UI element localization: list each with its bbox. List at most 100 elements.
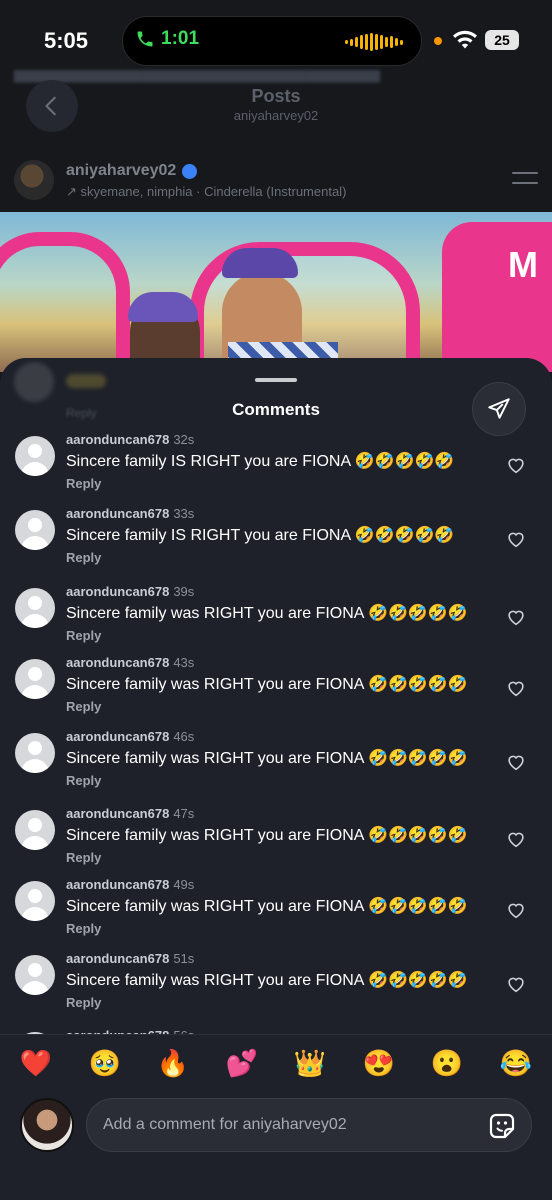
image-hat-left [128,292,198,322]
comment-meta[interactable]: aaronduncan678 46s [66,729,194,744]
menu-icon[interactable] [512,172,538,188]
reply-button[interactable]: Reply [66,628,101,643]
avatar[interactable] [15,733,55,773]
heart-icon[interactable] [505,973,527,995]
comment-time: 43s [173,655,195,670]
comment-composer [0,1090,552,1200]
reply-button[interactable]: Reply [66,995,101,1010]
comment-meta[interactable]: aaronduncan678 32s [66,432,194,447]
avatar[interactable] [15,588,55,628]
image-sign: M [508,244,538,285]
blurred-text [66,374,106,388]
emoji-laughing-button[interactable]: 😂 [499,1049,533,1077]
comment-time: 32s [173,432,195,447]
status-time: 5:05 [44,28,89,53]
reply-button[interactable]: Reply [66,476,101,491]
comment-item: aaronduncan678 46s Sincere family was RIG… [0,727,552,797]
avatar[interactable] [15,881,55,921]
comment-time: 47s [173,806,195,821]
comment-time: 33s [173,506,195,521]
comment-item: aaronduncan678 49s Sincere family was RIG… [0,875,552,945]
comment-text: Sincere family IS RIGHT you are FIONA 🤣🤣… [66,453,455,470]
call-timer: 1:01 [161,28,200,49]
post-image[interactable]: M [0,212,552,372]
verified-badge-icon [182,163,198,179]
call-indicator: 1:01 [135,28,199,50]
comment-field[interactable] [86,1098,532,1152]
comment-time: 39s [173,584,195,599]
heart-icon[interactable] [505,606,527,628]
current-user-avatar [20,1098,74,1152]
reply-button[interactable]: Reply [66,773,101,788]
heart-icon[interactable] [505,454,527,476]
post-audio-label: skyemane, nimphia · Cinderella (Instrume… [80,184,347,199]
page-subtitle: aniyaharvey02 [233,108,319,123]
dynamic-island[interactable]: 1:01 [122,16,422,66]
image-hat-right [222,248,298,278]
phone-icon [137,31,153,47]
comment-meta[interactable]: aaronduncan678 39s [66,584,194,599]
comment-text: Sincere family was RIGHT you are FIONA 🤣… [66,898,468,915]
reply-button[interactable]: Reply [66,699,101,714]
avatar[interactable] [15,955,55,995]
avatar[interactable] [15,659,55,699]
emoji-surprised-button[interactable]: 😮 [430,1049,464,1077]
sticker-icon[interactable] [487,1111,517,1141]
recording-dot-icon [434,37,442,45]
emoji-crown-button[interactable]: 👑 [293,1049,327,1077]
post-audio[interactable]: ↗ skyemane, nimphia · Cinderella (Instru… [66,184,346,200]
comment-meta[interactable]: aaronduncan678 33s [66,506,194,521]
comment-item: aaronduncan678 32s Sincere family IS RIGH… [0,430,552,500]
comment-time: 51s [173,951,195,966]
post-header: aniyaharvey02 ↗ skyemane, nimphia · Cind… [0,150,552,212]
comment-meta[interactable]: aaronduncan678 49s [66,877,194,892]
share-button[interactable] [472,382,526,436]
heart-icon[interactable] [505,751,527,773]
post-author-name: aniyaharvey02 [66,162,177,179]
comment-meta[interactable]: aaronduncan678 43s [66,655,194,670]
heart-icon[interactable] [505,677,527,699]
emoji-two-hearts-button[interactable]: 💕 [225,1049,259,1077]
comments-list[interactable]: aaronduncan678 32s Sincere family IS RIGH… [0,430,552,1034]
comment-item: aaronduncan678 39s Sincere family was RIG… [0,582,552,652]
blurred-avatar [14,362,54,402]
comment-item: aaronduncan678 43s Sincere family was RIG… [0,653,552,723]
audio-waveform-icon [345,33,403,51]
comment-text: Sincere family was RIGHT you are FIONA 🤣… [66,750,468,767]
emoji-heart-eyes-button[interactable]: 😍 [362,1049,396,1077]
post-author[interactable]: aniyaharvey02 [66,162,198,180]
comment-input[interactable] [103,1099,473,1151]
wifi-icon [453,30,477,49]
reply-button[interactable]: Reply [66,850,101,865]
heart-icon[interactable] [505,528,527,550]
avatar[interactable] [15,510,55,550]
heart-icon[interactable] [505,899,527,921]
battery-indicator: 25 [485,30,519,50]
comment-item: aaronduncan678 51s Sincere family was RIG… [0,949,552,1019]
comment-time: 49s [173,877,195,892]
sheet-grabber[interactable] [255,378,297,382]
comment-text: Sincere family was RIGHT you are FIONA 🤣… [66,972,468,989]
comment-username: aaronduncan678 [66,584,170,599]
comment-username: aaronduncan678 [66,951,170,966]
comment-item: aaronduncan678 33s Sincere family IS RIGH… [0,504,552,574]
post-author-avatar[interactable] [14,160,54,200]
emoji-heart-button[interactable]: ❤️ [19,1049,53,1077]
comment-username: aaronduncan678 [66,877,170,892]
heart-icon[interactable] [505,828,527,850]
comment-meta[interactable]: aaronduncan678 47s [66,806,194,821]
comment-username: aaronduncan678 [66,729,170,744]
comment-text: Sincere family was RIGHT you are FIONA 🤣… [66,827,468,844]
page-title: Posts [251,86,301,106]
comment-meta[interactable]: aaronduncan678 51s [66,951,194,966]
avatar[interactable] [15,436,55,476]
reply-button[interactable]: Reply [66,550,101,565]
avatar[interactable] [15,810,55,850]
emoji-fire-button[interactable]: 🔥 [156,1049,190,1077]
emoji-pleading-button[interactable]: 🥹 [88,1049,122,1077]
sheet-title: Comments [232,400,320,419]
comment-item: aaronduncan678 47s Sincere family was RIG… [0,804,552,874]
comment-username: aaronduncan678 [66,506,170,521]
reply-button[interactable]: Reply [66,921,101,936]
comment-text: Sincere family IS RIGHT you are FIONA 🤣🤣… [66,527,455,544]
